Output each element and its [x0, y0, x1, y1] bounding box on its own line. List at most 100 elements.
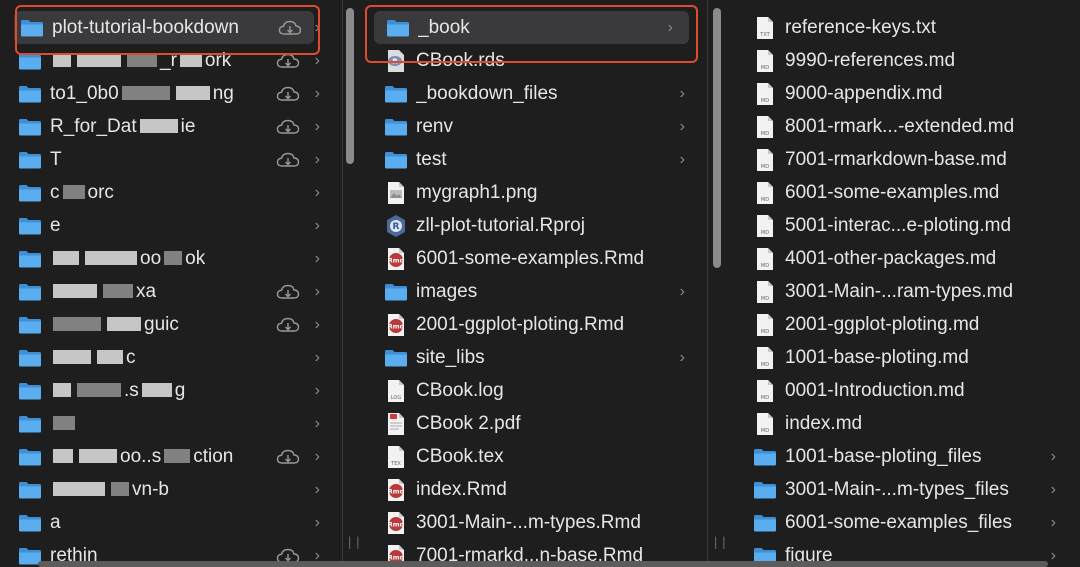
- cloud-download-icon[interactable]: [276, 52, 300, 70]
- column2-item[interactable]: TEX CBook.tex: [364, 440, 701, 473]
- svg-text:Rmd: Rmd: [388, 322, 405, 330]
- chevron-right-icon: ›: [314, 18, 320, 36]
- png-file-icon: [384, 181, 408, 205]
- column1-item[interactable]: to1_0b0 ng ›: [8, 77, 338, 110]
- chevron-right-icon: ›: [314, 216, 320, 234]
- cloud-download-icon[interactable]: [276, 118, 300, 136]
- svg-text:MD: MD: [761, 131, 769, 137]
- column2-item[interactable]: site_libs ›: [364, 341, 701, 374]
- column-divider-2[interactable]: [707, 0, 708, 567]
- cloud-download-icon[interactable]: [276, 316, 300, 334]
- column3-item[interactable]: MD 6001-some-examples.md: [729, 176, 1080, 209]
- column-2[interactable]: _book › R CBook.rds _bookdown_files › renv › tes…: [364, 0, 701, 567]
- column3-item[interactable]: MD 9000-appendix.md: [729, 77, 1080, 110]
- cloud-download-icon[interactable]: [276, 448, 300, 466]
- column2-item[interactable]: renv ›: [364, 110, 701, 143]
- redacted-patch: [139, 119, 178, 134]
- svg-text:MD: MD: [761, 428, 769, 434]
- item-name: e: [50, 215, 61, 237]
- column1-item[interactable]: a ›: [8, 506, 338, 539]
- cloud-download-icon[interactable]: [276, 283, 300, 301]
- column1-item[interactable]: c orc ›: [8, 176, 338, 209]
- column2-item[interactable]: Rmd 2001-ggplot-ploting.Rmd: [364, 308, 701, 341]
- column3-item[interactable]: MD 3001-Main-...ram-types.md: [729, 275, 1080, 308]
- column2-item[interactable]: Rmd 6001-some-examples.Rmd: [364, 242, 701, 275]
- chevron-right-icon: ›: [314, 315, 320, 333]
- column1-item[interactable]: plot-tutorial-bookdown ›: [14, 11, 320, 44]
- column2-item[interactable]: _book ›: [374, 11, 689, 44]
- column3-item[interactable]: MD 5001-interac...e-ploting.md: [729, 209, 1080, 242]
- tex-file-icon: TEX: [384, 445, 408, 469]
- column2-item[interactable]: R CBook.rds: [364, 44, 701, 77]
- column2-item[interactable]: Rmd 3001-Main-...m-types.Rmd: [364, 506, 701, 539]
- chevron-right-icon: ›: [314, 282, 320, 300]
- column2-item[interactable]: mygraph1.png: [364, 176, 701, 209]
- svg-text:TXT: TXT: [759, 32, 770, 38]
- md-file-icon: MD: [753, 346, 777, 370]
- chevron-right-icon: ›: [314, 348, 320, 366]
- chevron-right-icon: ›: [314, 381, 320, 399]
- column-2-resize-grip[interactable]: ||: [712, 535, 728, 549]
- chevron-right-icon: ›: [679, 84, 685, 102]
- column3-item[interactable]: MD 4001-other-packages.md: [729, 242, 1080, 275]
- chevron-right-icon: ›: [314, 249, 320, 267]
- column-1-scrollbar[interactable]: [346, 8, 354, 164]
- chevron-right-icon: ›: [679, 348, 685, 366]
- column2-item[interactable]: Rmd index.Rmd: [364, 473, 701, 506]
- column3-item[interactable]: TXT reference-keys.txt: [729, 11, 1080, 44]
- column1-item[interactable]: vn-b ›: [8, 473, 338, 506]
- item-name: CBook.rds: [416, 49, 505, 71]
- column3-item[interactable]: MD 8001-rmark...-extended.md: [729, 110, 1080, 143]
- column1-item[interactable]: ›: [8, 407, 338, 440]
- column3-item[interactable]: MD index.md: [729, 407, 1080, 440]
- chevron-right-icon: ›: [679, 282, 685, 300]
- column3-item[interactable]: MD 7001-rmarkdown-base.md: [729, 143, 1080, 176]
- column1-item[interactable]: _r ork ›: [8, 44, 338, 77]
- column1-item[interactable]: oo ok ›: [8, 242, 338, 275]
- column3-item[interactable]: MD 2001-ggplot-ploting.md: [729, 308, 1080, 341]
- cloud-download-icon[interactable]: [276, 85, 300, 103]
- column1-item[interactable]: e ›: [8, 209, 338, 242]
- column3-item[interactable]: 3001-Main-...m-types_files ›: [729, 473, 1080, 506]
- column1-item[interactable]: oo..s ction ›: [8, 440, 338, 473]
- column1-item[interactable]: T ›: [8, 143, 338, 176]
- column2-item[interactable]: LOG CBook.log: [364, 374, 701, 407]
- column1-item[interactable]: R_for_Dat ie ›: [8, 110, 338, 143]
- column2-item[interactable]: Rzll-plot-tutorial.Rproj: [364, 209, 701, 242]
- item-name: c: [50, 347, 136, 369]
- cloud-download-icon[interactable]: [278, 19, 302, 37]
- column3-item[interactable]: MD 0001-Introduction.md: [729, 374, 1080, 407]
- item-name: 2001-ggplot-ploting.md: [785, 313, 980, 335]
- column-1[interactable]: plot-tutorial-bookdown › _r ork › to1_0b0 ng › R…: [8, 0, 338, 567]
- column2-item[interactable]: images ›: [364, 275, 701, 308]
- column3-item[interactable]: 1001-base-ploting_files ›: [729, 440, 1080, 473]
- column2-item[interactable]: CBook 2.pdf: [364, 407, 701, 440]
- column3-item[interactable]: MD 9990-references.md: [729, 44, 1080, 77]
- column1-item[interactable]: .s g ›: [8, 374, 338, 407]
- redacted-patch: [121, 86, 170, 101]
- column3-item[interactable]: MD 1001-base-ploting.md: [729, 341, 1080, 374]
- svg-text:MD: MD: [761, 197, 769, 203]
- horizontal-scrollbar[interactable]: [38, 561, 1048, 567]
- item-name-fragment: .s: [124, 379, 139, 401]
- column2-item[interactable]: test ›: [364, 143, 701, 176]
- column-divider-1[interactable]: [342, 0, 343, 567]
- svg-text:MD: MD: [761, 65, 769, 71]
- column-2-scrollbar[interactable]: [713, 8, 721, 268]
- svg-text:MD: MD: [761, 230, 769, 236]
- cloud-download-icon[interactable]: [276, 151, 300, 169]
- redacted-patch: [53, 449, 73, 464]
- folder-icon: [18, 379, 42, 403]
- column2-item[interactable]: _bookdown_files ›: [364, 77, 701, 110]
- column-1-resize-grip[interactable]: ||: [346, 535, 362, 549]
- chevron-right-icon: ›: [1050, 513, 1056, 531]
- column1-item[interactable]: xa ›: [8, 275, 338, 308]
- item-name: [50, 413, 78, 435]
- svg-text:Rmd: Rmd: [388, 553, 405, 561]
- column1-item[interactable]: c ›: [8, 341, 338, 374]
- column3-item[interactable]: 6001-some-examples_files ›: [729, 506, 1080, 539]
- md-file-icon: MD: [753, 379, 777, 403]
- column1-item[interactable]: guic ›: [8, 308, 338, 341]
- column-3[interactable]: TXT reference-keys.txt MD 9990-references.m…: [729, 0, 1080, 567]
- redacted-patch: [79, 449, 117, 464]
